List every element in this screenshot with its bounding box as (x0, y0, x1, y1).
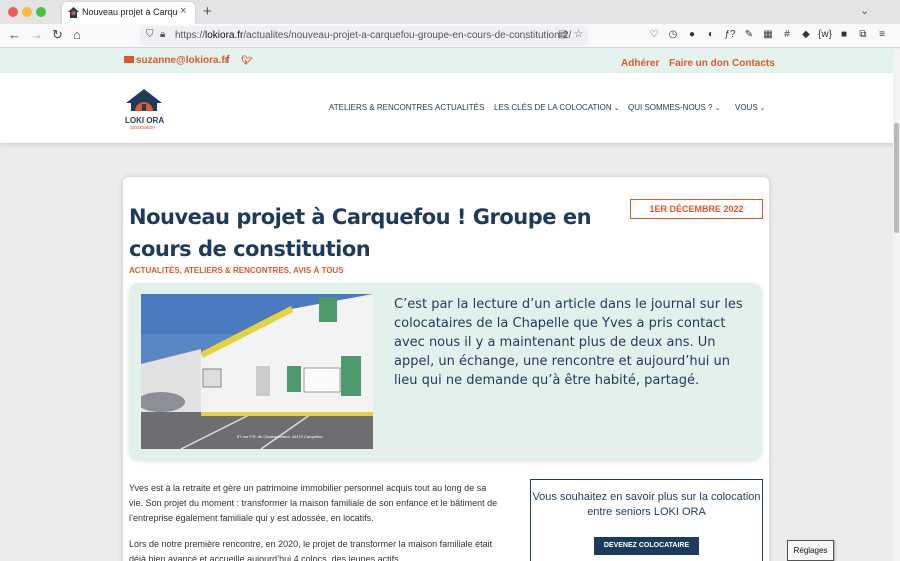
menu-icon[interactable]: ≡ (875, 28, 889, 42)
date-badge: 1ER DÉCEMBRE 2022 (630, 199, 763, 219)
puzzle-icon[interactable]: ⧉ (856, 28, 870, 42)
scrollbar-thumb[interactable] (894, 123, 899, 233)
list-tabs-chevron-icon[interactable]: ⌄ (860, 4, 869, 17)
grid-icon[interactable]: ▦ (761, 28, 775, 42)
top-contact-bar: suzanne@lokiora.fr f 🐦︎ Adhérer Faire un… (0, 49, 900, 73)
home-icon[interactable]: ⌂ (73, 27, 81, 43)
back-arrow-icon[interactable]: ← (8, 27, 21, 43)
email-link[interactable]: suzanne@lokiora.fr (124, 55, 229, 66)
browser-tab-bar: Nouveau projet à Carquefou ! G × + ⌄ (0, 0, 900, 24)
article-paragraph: Yves est à la retraite et gère un patrim… (129, 483, 498, 523)
article-paragraph: Lors de notre première rencontre, en 202… (129, 539, 493, 561)
badge-icon[interactable]: ■ (837, 28, 851, 42)
logo-subtitle: association (130, 125, 156, 131)
twitter-icon[interactable]: 🐦︎ (241, 55, 252, 66)
chevron-down-icon: ⌄ (759, 105, 766, 112)
lock-icon[interactable]: 🔒︎ (160, 29, 165, 40)
url-text: https://lokiora.fr/actualites/nouveau-pr… (175, 30, 572, 41)
pocket-icon[interactable]: ♡ (647, 28, 661, 42)
article-card: Nouveau projet à Carquefou ! Groupe en c… (123, 177, 769, 561)
reader-view-icon[interactable]: ▤ (558, 29, 567, 40)
site-header: LOKI ORA association ATELIERS & RENCONTR… (0, 73, 900, 143)
photo-caption: 57 rue F.R. de Chateaubriand, 44470 Carq… (237, 434, 323, 439)
bookmark-star-icon[interactable]: ☆ (574, 29, 583, 40)
new-tab-icon[interactable]: + (203, 3, 212, 20)
house-photo[interactable]: 57 rue F.R. de Chateaubriand, 44470 Carq… (141, 294, 373, 449)
become-roommate-button[interactable]: DEVENEZ COLOCATAIRE (594, 537, 699, 555)
facebook-icon[interactable]: f (226, 54, 230, 66)
intro-box: 57 rue F.R. de Chateaubriand, 44470 Carq… (129, 283, 762, 460)
envelope-icon (124, 56, 134, 63)
browser-navigation-bar: ← → ↻ ⌂ ⛉ 🔒︎ https://lokiora.fr/actualit… (0, 24, 900, 48)
donate-link[interactable]: Faire un don (669, 58, 729, 69)
menu-item-actualites[interactable]: ACTUALITÉS (435, 103, 484, 112)
intro-text: C’est par la lecture d’un article dans l… (394, 297, 743, 388)
article-title: Nouveau projet à Carquefou ! Groupe en c… (129, 205, 592, 261)
join-link[interactable]: Adhérer (621, 58, 659, 69)
color-icon[interactable]: ◆ (799, 28, 813, 42)
bracket-icon[interactable]: {w} (818, 28, 832, 42)
contact-link[interactable]: Contacts (732, 58, 775, 69)
tab-close-icon[interactable]: × (180, 5, 186, 17)
logo-wordmark: LOKI ORA (125, 116, 165, 125)
clock-icon[interactable]: ◷ (666, 28, 680, 42)
menu-item-ateliers[interactable]: ATELIERS & RENCONTRES (329, 103, 433, 112)
menu-item-cles[interactable]: LES CLÉS DE LA COLOCATION ⌄ (494, 103, 620, 112)
cta-text: Vous souhaitez en savoir plus sur la col… (532, 491, 761, 518)
hash-icon[interactable]: # (780, 28, 794, 42)
menu-item-vous[interactable]: VOUS ⌄ (735, 103, 766, 112)
minimize-window-button[interactable] (22, 7, 32, 17)
article-categories[interactable]: ACTUALITÉS, ATELIERS & RENCONTRES, AVIS … (129, 266, 344, 275)
forward-arrow-icon[interactable]: → (30, 27, 43, 43)
extension-yellow-icon[interactable]: ◐ (704, 28, 718, 42)
house-illustration (141, 294, 373, 449)
cookie-settings-button[interactable]: Réglages (787, 540, 834, 561)
article-body: Yves est à la retraite et gère un patrim… (129, 481, 499, 561)
reload-icon[interactable]: ↻ (52, 27, 63, 43)
web-page: suzanne@lokiora.fr f 🐦︎ Adhérer Faire un… (0, 49, 900, 561)
tab-title: Nouveau projet à Carquefou ! G (82, 7, 178, 17)
menu-item-qui[interactable]: QUI SOMMES-NOUS ? ⌄ (628, 103, 720, 112)
chevron-down-icon: ⌄ (714, 105, 721, 112)
maximize-window-button[interactable] (36, 7, 46, 17)
function-icon[interactable]: ƒ? (723, 28, 737, 42)
close-window-button[interactable] (8, 7, 18, 17)
tracking-shield-icon[interactable]: ⛉ (146, 29, 154, 40)
ublock-icon[interactable]: ● (685, 28, 699, 42)
brush-icon[interactable]: ✎ (742, 28, 756, 42)
chevron-down-icon: ⌄ (613, 105, 620, 112)
browser-tab[interactable]: Nouveau projet à Carquefou ! G × (62, 2, 195, 24)
lokiora-favicon-icon (68, 7, 79, 18)
cta-box: Vous souhaitez en savoir plus sur la col… (530, 479, 763, 561)
address-bar[interactable]: ⛉ 🔒︎ https://lokiora.fr/actualites/nouve… (140, 26, 588, 46)
